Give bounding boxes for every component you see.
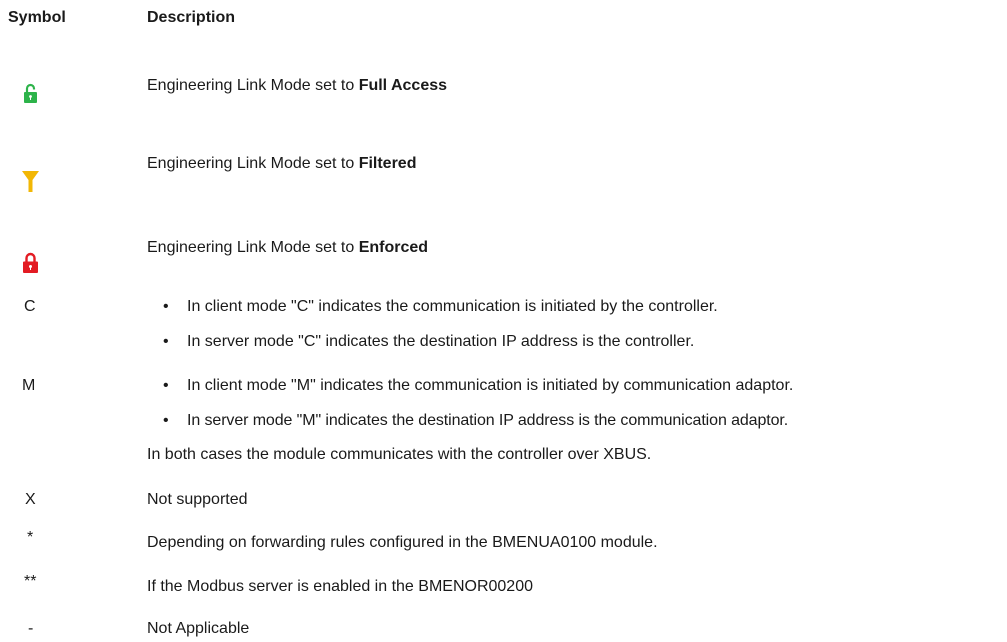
c-client-mode-item: In client mode "C" indicates the communi… [187,298,718,315]
full-access-mode: Full Access [358,77,448,94]
filtered-mode: Filtered [358,155,417,172]
bullet: • [163,333,169,350]
symbol-dash: - [28,620,34,637]
full-access-description: Engineering Link Mode set to Full Access [147,77,448,94]
symbol-x: X [25,491,36,508]
c-server-mode-item: In server mode "C" indicates the destina… [187,333,695,350]
bullet: • [163,377,169,394]
double-star-description: If the Modbus server is enabled in the B… [147,578,533,595]
symbol-double-star: ** [24,573,37,590]
bullet: • [163,298,169,315]
dash-description: Not Applicable [147,620,250,637]
locked-padlock-icon [23,252,38,273]
unlocked-padlock-icon [24,83,37,103]
m-note: In both cases the module communicates wi… [147,446,652,463]
m-client-mode-item: In client mode "M" indicates the communi… [187,377,794,394]
symbol-m: M [22,377,36,394]
filtered-description: Engineering Link Mode set to Filtered [147,155,417,172]
description-column-header: Description [147,9,236,26]
m-server-mode-item: In server mode "M" indicates the destina… [187,412,789,429]
symbol-c: C [24,298,36,315]
symbol-column-header: Symbol [8,9,66,26]
symbol-star: * [27,529,34,546]
x-description: Not supported [147,491,248,508]
star-description: Depending on forwarding rules configured… [147,534,658,551]
enforced-mode: Enforced [358,239,429,256]
enforced-description: Engineering Link Mode set to Enforced [147,239,429,256]
funnel-filter-icon [22,171,39,192]
bullet: • [163,412,169,429]
